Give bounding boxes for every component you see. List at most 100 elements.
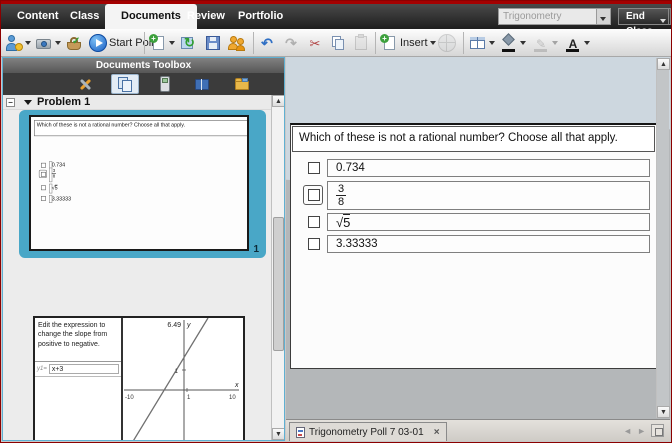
- toolbox-tab-content-tools[interactable]: [71, 74, 99, 94]
- answer-row-3: √5: [291, 213, 656, 231]
- answer-option-4[interactable]: 3.33333: [327, 235, 650, 253]
- new-document-icon: [149, 34, 167, 52]
- start-poll-icon: [89, 34, 107, 52]
- close-icon[interactable]: ×: [434, 427, 440, 438]
- toolbox-title: Documents Toolbox: [3, 58, 284, 73]
- toolbox-tab-utilities[interactable]: [188, 74, 216, 94]
- problem-label: Problem 1: [37, 96, 90, 108]
- svg-text:x: x: [234, 382, 239, 389]
- document-workspace: Which of these is not a rational number?…: [286, 57, 670, 419]
- add-student-icon: [5, 34, 23, 52]
- thumb2-equation-value: x+3: [49, 364, 119, 374]
- screen-capture-button[interactable]: [35, 32, 61, 54]
- insert-icon: [380, 34, 398, 52]
- copy-button[interactable]: [329, 32, 347, 54]
- thumb-option-4: 3.33333: [49, 195, 52, 203]
- tab-list-icon[interactable]: [651, 424, 664, 437]
- transfer-document-button[interactable]: [179, 32, 197, 54]
- toolbox-tab-page-sorter[interactable]: [111, 74, 139, 94]
- answer-checkbox-4[interactable]: [308, 238, 320, 250]
- workspace-scrollbar[interactable]: [656, 58, 669, 418]
- expand-arrow-icon: [24, 100, 32, 105]
- svg-text:6.49: 6.49: [167, 322, 181, 329]
- class-roster-icon: [228, 34, 246, 52]
- page-thumbnail-2[interactable]: Edit the expression to change the slope …: [33, 316, 245, 441]
- tab-review[interactable]: Review: [187, 4, 225, 29]
- thumb-checkbox: [41, 172, 46, 177]
- answer-checkbox-2[interactable]: [308, 189, 320, 201]
- tab-portfolio[interactable]: Portfolio: [238, 4, 283, 29]
- end-class-menu-arrow[interactable]: [658, 8, 669, 25]
- save-button[interactable]: [204, 32, 222, 54]
- main-toolbar: ✓ Start Poll Insert: [1, 29, 671, 57]
- variables-icon: [438, 34, 456, 52]
- svg-text:1: 1: [175, 369, 179, 375]
- variables-button[interactable]: [438, 32, 456, 54]
- answer-option-2[interactable]: 38: [327, 181, 650, 210]
- document-tabbar: Trigonometry Poll 7 03-01 × ◄ ►: [286, 419, 670, 441]
- insert-button[interactable]: Insert: [380, 32, 436, 54]
- add-student-button[interactable]: [5, 32, 31, 54]
- thumb-checkbox: [41, 185, 46, 190]
- page-thumbnail-1-preview: Which of these is not a rational number?…: [29, 115, 249, 251]
- problem-group-row[interactable]: − Problem 1: [3, 95, 271, 110]
- scroll-down-icon[interactable]: [657, 406, 670, 418]
- new-document-button[interactable]: [149, 32, 175, 54]
- book-icon: [193, 75, 211, 93]
- class-selector-dropdown[interactable]: Trigonometry: [498, 8, 611, 25]
- class-roster-button[interactable]: [228, 32, 246, 54]
- start-poll-label: Start Poll: [109, 37, 154, 49]
- page-sorter-scrollbar[interactable]: [271, 95, 284, 440]
- paste-icon: [352, 34, 370, 52]
- scroll-up-icon[interactable]: [657, 58, 670, 70]
- tree-collapse-toggle[interactable]: −: [6, 98, 15, 107]
- next-tab-icon[interactable]: ►: [637, 426, 646, 436]
- class-selector-value: Trigonometry: [503, 11, 562, 22]
- svg-text:y: y: [186, 322, 191, 329]
- line-color-icon: [532, 34, 550, 52]
- undo-button[interactable]: [258, 32, 276, 54]
- text-color-button[interactable]: [564, 32, 590, 54]
- toolbox-tab-transfers[interactable]: [228, 74, 256, 94]
- question-prompt: Which of these is not a rational number?…: [292, 126, 655, 152]
- documents-toolbox-panel: Documents Toolbox − Problem 1: [2, 57, 285, 441]
- document-tab[interactable]: Trigonometry Poll 7 03-01 ×: [289, 422, 447, 441]
- page-layout-icon: [469, 34, 487, 52]
- tab-documents[interactable]: Documents: [105, 4, 197, 29]
- answer-checkbox-1[interactable]: [308, 162, 320, 174]
- save-icon: [204, 34, 222, 52]
- thumb-option-3: √5: [49, 184, 52, 194]
- toolbox-tab-calculator[interactable]: [151, 74, 179, 94]
- answer-checkbox-3[interactable]: [308, 216, 320, 228]
- send-to-class-button[interactable]: ✓: [65, 32, 83, 54]
- fill-color-button[interactable]: [500, 32, 526, 54]
- paste-button[interactable]: [352, 32, 370, 54]
- scroll-up-icon[interactable]: [272, 95, 285, 107]
- tools-icon: [76, 75, 94, 93]
- page-sorter-list: Which of these is not a rational number?…: [3, 110, 271, 440]
- line-color-button[interactable]: [532, 32, 558, 54]
- tab-class[interactable]: Class: [70, 4, 99, 29]
- answer-option-1[interactable]: 0.734: [327, 159, 650, 177]
- tab-content[interactable]: Content: [17, 4, 59, 29]
- answer-option-3[interactable]: √5: [327, 213, 650, 231]
- scroll-down-icon[interactable]: [272, 428, 285, 440]
- undo-icon: [258, 34, 276, 52]
- calculator-icon: [156, 75, 174, 93]
- fill-color-icon: [500, 34, 518, 52]
- page-layout-button[interactable]: [469, 32, 495, 54]
- cut-button[interactable]: [306, 32, 324, 54]
- page-thumbnail-1[interactable]: Which of these is not a rational number?…: [19, 110, 266, 258]
- redo-button[interactable]: [282, 32, 300, 54]
- scrollbar-thumb[interactable]: [273, 217, 284, 351]
- thumb-checkbox: [41, 196, 46, 201]
- prev-tab-icon[interactable]: ◄: [623, 426, 632, 436]
- copy-icon: [329, 34, 347, 52]
- text-color-icon: [564, 34, 582, 52]
- thumb2-text-pane: Edit the expression to change the slope …: [35, 318, 123, 441]
- camera-icon: [35, 34, 53, 52]
- chevron-down-icon[interactable]: [596, 9, 610, 24]
- workspace-tabbar: Content Class Documents Review Portfolio…: [1, 4, 671, 29]
- page-number-1: 1: [253, 244, 259, 255]
- tab-navigation: ◄ ►: [623, 424, 664, 437]
